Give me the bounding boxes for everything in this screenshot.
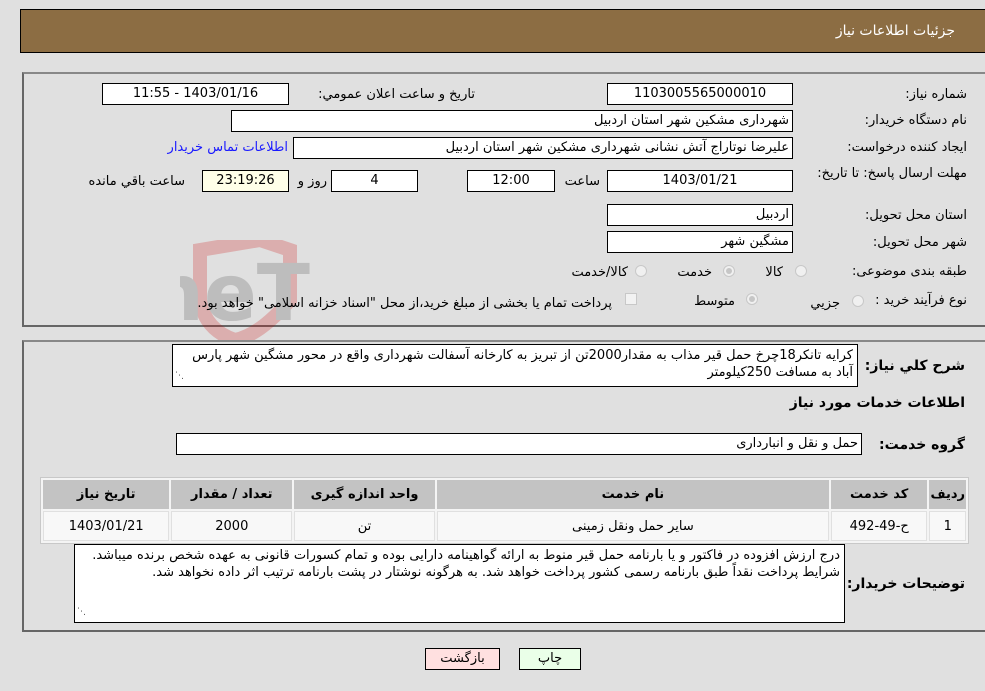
deadline-date-field: 1403/01/21 (607, 170, 793, 192)
process-radio-minor[interactable] (852, 295, 864, 307)
treasury-note: پرداخت تمام یا بخشی از مبلغ خرید،از محل … (197, 296, 612, 311)
col-need-date: تاریخ نیاز (43, 480, 170, 509)
creator-field: علیرضا نوتاراج آتش نشانی شهرداری مشکین ش… (293, 137, 793, 159)
category-radio-service[interactable] (723, 265, 735, 277)
treasury-checkbox[interactable] (625, 293, 637, 305)
page-title: جزئیات اطلاعات نیاز (835, 23, 955, 39)
print-button[interactable]: چاپ (519, 648, 581, 670)
service-group-label: گروه خدمت: (879, 437, 965, 453)
col-unit: واحد اندازه گیری (294, 480, 435, 509)
services-section-title: اطلاعات خدمات مورد نیاز (789, 395, 965, 411)
cell-need-date: 1403/01/21 (43, 511, 170, 541)
need-number-label: شماره نیاز: (905, 87, 967, 102)
resize-grip-icon[interactable]: ⋰ (175, 368, 184, 385)
process-radio-medium[interactable] (746, 293, 758, 305)
city-label: شهر محل تحویل: (872, 235, 967, 250)
cell-row-number: 1 (929, 511, 966, 541)
col-quantity: تعداد / مقدار (171, 480, 293, 509)
process-option-minor: جزیي (810, 296, 840, 311)
creator-label: ایجاد کننده درخواست: (847, 140, 967, 155)
cell-service-name: سایر حمل ونقل زمینی (436, 511, 829, 541)
province-label: استان محل تحویل: (865, 208, 967, 223)
description-textarea[interactable]: کرایه تانکر18چرخ حمل قیر مذاب به مقدار20… (172, 344, 858, 387)
col-service-code: کد خدمت (830, 480, 928, 509)
deadline-label: مهلت ارسال پاسخ: تا تاریخ: (817, 166, 967, 181)
category-option-goods-service: کالا/خدمت (571, 265, 628, 280)
announce-label: تاریخ و ساعت اعلان عمومي: (318, 87, 475, 102)
category-radio-goods-service[interactable] (635, 265, 647, 277)
cell-service-code: ح-49-492 (830, 511, 928, 541)
city-field: مشگین شهر (607, 231, 793, 253)
services-table: ردیف کد خدمت نام خدمت واحد اندازه گیری ت… (40, 477, 969, 544)
category-radio-goods[interactable] (795, 265, 807, 277)
buyer-notes-text: درج ارزش افزوده در فاکتور و یا بارنامه ح… (92, 548, 840, 580)
service-group-field: حمل و نقل و انبارداری (176, 433, 862, 455)
process-option-medium: متوسط (694, 294, 735, 309)
resize-grip-icon[interactable]: ⋰ (77, 604, 86, 621)
remaining-time-field: 23:19:26 (202, 170, 289, 192)
table-row: 1 ح-49-492 سایر حمل ونقل زمینی تن 2000 1… (43, 511, 966, 541)
process-label: نوع فرآیند خرید : (875, 293, 967, 308)
cell-unit: تن (294, 511, 435, 541)
col-service-name: نام خدمت (436, 480, 829, 509)
cell-quantity: 2000 (171, 511, 293, 541)
buyer-notes-label: توضیحات خریدار: (846, 576, 965, 592)
category-option-service: خدمت (677, 265, 712, 280)
back-button[interactable]: بازگشت (425, 648, 500, 670)
deadline-time-label: ساعت (564, 174, 600, 189)
buyer-notes-textarea[interactable]: درج ارزش افزوده در فاکتور و یا بارنامه ح… (74, 544, 845, 623)
remaining-time-label: ساعت باقي مانده (88, 174, 185, 189)
need-number-field: 1103005565000010 (607, 83, 793, 105)
announce-datetime-field: 1403/01/16 - 11:55 (102, 83, 289, 105)
buyer-contact-link[interactable]: اطلاعات تماس خریدار (168, 140, 288, 155)
page-header: جزئیات اطلاعات نیاز (20, 9, 985, 53)
category-option-goods: کالا (765, 265, 783, 280)
category-label: طبقه بندی موضوعی: (851, 264, 967, 279)
col-row-number: ردیف (929, 480, 966, 509)
province-field: اردبیل (607, 204, 793, 226)
description-label: شرح کلي نیاز: (864, 358, 965, 374)
days-label: روز و (297, 174, 327, 189)
buyer-org-field: شهرداری مشکین شهر استان اردبیل (231, 110, 793, 132)
description-text: کرایه تانکر18چرخ حمل قیر مذاب به مقدار20… (192, 348, 853, 380)
table-header-row: ردیف کد خدمت نام خدمت واحد اندازه گیری ت… (43, 480, 966, 509)
days-remaining-field: 4 (331, 170, 418, 192)
buyer-org-label: نام دستگاه خریدار: (864, 113, 967, 128)
deadline-time-field: 12:00 (467, 170, 555, 192)
